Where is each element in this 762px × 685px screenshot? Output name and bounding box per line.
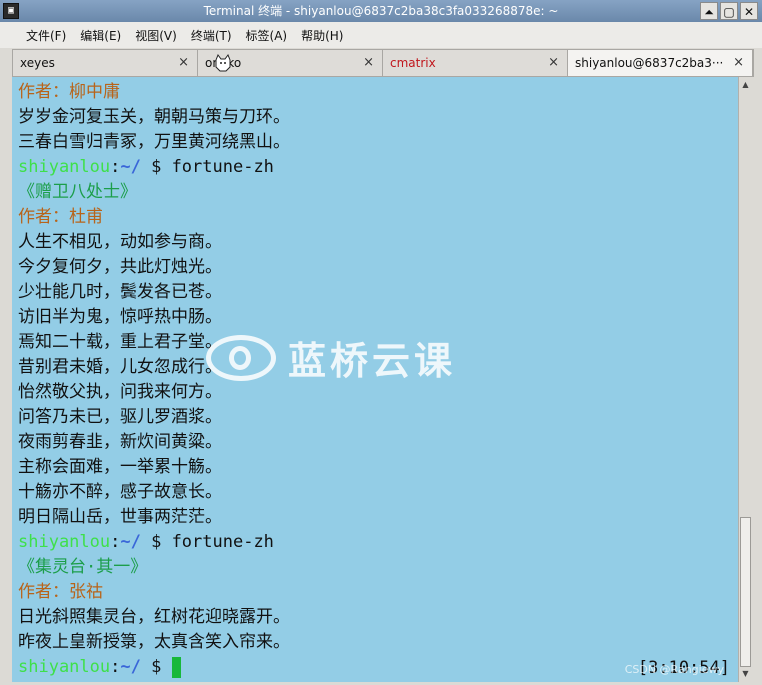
- menu-terminal[interactable]: 终端(T): [191, 27, 232, 44]
- poem-title-line: 《赠卫八处士》: [18, 182, 137, 202]
- maximize-button[interactable]: ▢: [720, 2, 738, 20]
- poem-verse-line: 三春白雪归青冢，万里黄河绕黑山。: [18, 132, 290, 152]
- tab-label: xeyes: [20, 56, 55, 70]
- poem-verse-line: 焉知二十载，重上君子堂。: [18, 332, 222, 352]
- poem-verse-line: 昨夜上皇新授箓，太真含笑入帘来。: [18, 632, 290, 652]
- tab-cmatrix[interactable]: cmatrix ×: [383, 50, 568, 76]
- vertical-scrollbar[interactable]: ▲ ▼: [738, 77, 752, 682]
- prompt-user: shiyanlou: [18, 657, 111, 677]
- poem-verse-line: 昔别君未婚，儿女忽成行。: [18, 357, 222, 377]
- poem-verse-line: 问答乃未已，驱儿罗酒浆。: [18, 407, 222, 427]
- shade-button[interactable]: ⏶: [700, 2, 718, 20]
- poem-verse-line: 岁岁金河复玉关，朝朝马策与刀环。: [18, 107, 290, 127]
- tab-xeyes[interactable]: xeyes ×: [13, 50, 198, 76]
- oneko-cat-icon: [215, 53, 231, 72]
- poem-author-line: 作者：张祜: [18, 582, 103, 602]
- poem-verse-line: 十觞亦不醉，感子故意长。: [18, 482, 222, 502]
- scroll-up-icon[interactable]: ▲: [739, 79, 752, 91]
- poem-verse-line: 人生不相见，动如参与商。: [18, 232, 222, 252]
- terminal-app-icon[interactable]: ▣: [3, 3, 19, 19]
- prompt-command: $: [140, 657, 172, 677]
- poem-title-line: 《集灵台·其一》: [18, 557, 148, 577]
- poem-verse-line: 今夕复何夕，共此灯烛光。: [18, 257, 222, 277]
- window-title: Terminal 终端 - shiyanlou@6837c2ba38c3fa03…: [203, 4, 559, 18]
- prompt-command: $ fortune-zh: [140, 157, 274, 177]
- poem-verse-line: 夜雨剪春韭，新炊间黄粱。: [18, 432, 222, 452]
- menu-help[interactable]: 帮助(H): [301, 27, 343, 44]
- prompt-path: ~/: [120, 657, 141, 677]
- menu-tabs[interactable]: 标签(A): [246, 27, 288, 44]
- poem-verse-line: 日光斜照集灵台，红树花迎晓露开。: [18, 607, 290, 627]
- close-button[interactable]: ✕: [740, 2, 758, 20]
- prompt-user: shiyanlou: [18, 157, 111, 177]
- terminal-window: ▣ Terminal 终端 - shiyanlou@6837c2ba38c3fa…: [0, 0, 762, 685]
- prompt-user: shiyanlou: [18, 532, 111, 552]
- menu-edit[interactable]: 编辑(E): [80, 27, 121, 44]
- csdn-credit: CSDN @Rangiewy: [624, 663, 724, 676]
- tab-close-icon[interactable]: ×: [548, 50, 559, 76]
- prompt-separator: :: [110, 157, 121, 177]
- prompt-separator: :: [110, 532, 121, 552]
- window-controls: ⏶ ▢ ✕: [700, 0, 758, 22]
- poem-verse-line: 明日隔山岳，世事两茫茫。: [18, 507, 222, 527]
- menu-bar: 文件(F) 编辑(E) 视图(V) 终端(T) 标签(A) 帮助(H): [0, 22, 762, 48]
- prompt-separator: :: [110, 657, 121, 677]
- terminal-output[interactable]: 作者：柳中庸岁岁金河复玉关，朝朝马策与刀环。 三春白雪归青冢，万里黄河绕黑山。 sh…: [12, 77, 738, 682]
- poem-verse-line: 怡然敬父执，问我来何方。: [18, 382, 222, 402]
- menu-file[interactable]: 文件(F): [26, 27, 66, 44]
- shell-prompt-line: shiyanlou:~/ $ fortune-zh: [18, 530, 274, 555]
- shell-prompt-line: shiyanlou:~/ $ fortune-zh: [18, 155, 274, 180]
- scrollbar-thumb[interactable]: [740, 517, 751, 667]
- poem-verse-line: 主称会面难，一举累十觞。: [18, 457, 222, 477]
- tab-label: shiyanlou@6837c2ba3···: [575, 56, 724, 70]
- menu-view[interactable]: 视图(V): [135, 27, 177, 44]
- poem-verse-line: 少壮能几时，鬓发各已苍。: [18, 282, 222, 302]
- tab-close-icon[interactable]: ×: [178, 50, 189, 76]
- prompt-command: $ fortune-zh: [140, 532, 274, 552]
- tab-close-icon[interactable]: ×: [733, 50, 744, 76]
- tab-close-icon[interactable]: ×: [363, 50, 374, 76]
- prompt-path: ~/: [120, 157, 141, 177]
- title-bar[interactable]: ▣ Terminal 终端 - shiyanlou@6837c2ba38c3fa…: [0, 0, 762, 22]
- shell-prompt-line: shiyanlou:~/ $: [18, 655, 181, 680]
- scroll-down-icon[interactable]: ▼: [739, 668, 752, 680]
- poem-author-line: 作者：杜甫: [18, 207, 103, 227]
- tab-label: cmatrix: [390, 56, 436, 70]
- text-cursor[interactable]: [171, 656, 181, 678]
- prompt-path: ~/: [120, 532, 141, 552]
- poem-verse-line: 访旧半为鬼，惊呼热中肠。: [18, 307, 222, 327]
- tab-shiyanlou-shell[interactable]: shiyanlou@6837c2ba3··· ×: [568, 50, 753, 76]
- poem-author-line: 作者：柳中庸: [18, 82, 120, 102]
- tab-bar: xeyes × oneko × cmatrix × shiyanlou@6837…: [12, 49, 754, 77]
